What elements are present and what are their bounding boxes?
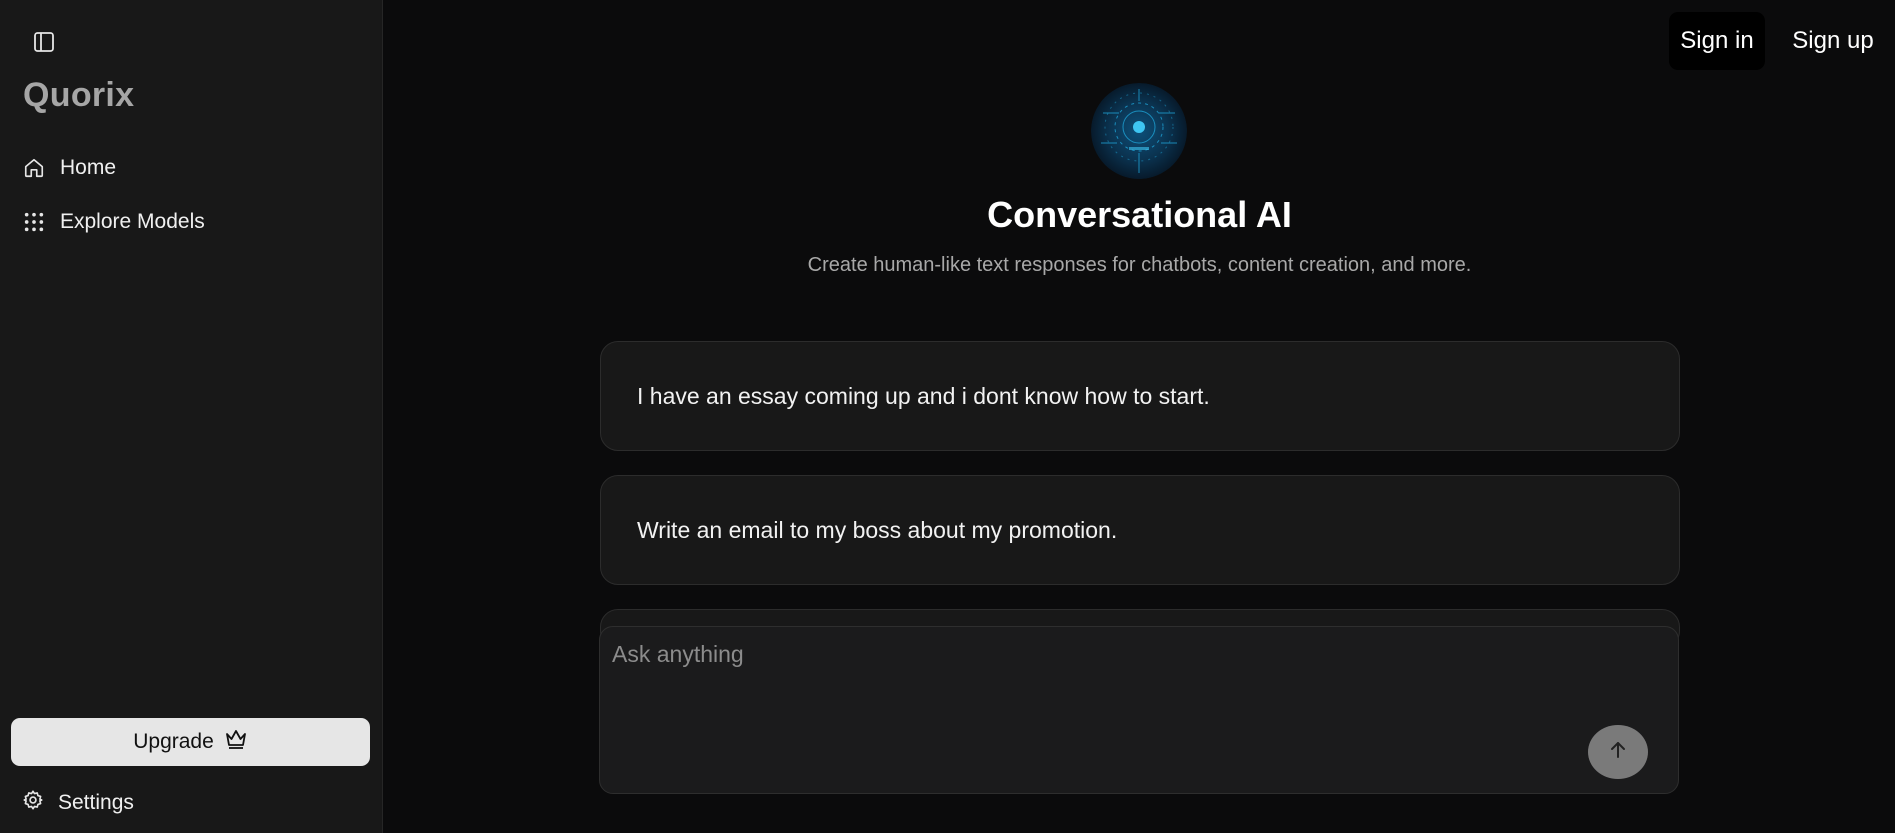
grid-icon [22,210,46,234]
crown-icon [224,728,248,756]
auth-buttons: Sign in Sign up [1669,12,1895,70]
suggestion-card[interactable]: I have an essay coming up and i dont kno… [600,341,1680,451]
page-title: Conversational AI [987,194,1292,235]
settings-label: Settings [58,791,134,814]
sign-in-button[interactable]: Sign in [1669,12,1765,70]
sidebar-item-label: Explore Models [60,210,205,233]
sidebar-item-home[interactable]: Home [22,150,116,186]
chat-composer [599,626,1679,794]
upgrade-label: Upgrade [133,730,214,753]
settings-button[interactable]: Settings [22,785,134,821]
gear-icon [22,789,44,817]
sidebar-toggle-icon[interactable] [30,28,58,56]
sign-up-button[interactable]: Sign up [1771,12,1895,70]
sidebar: Quorix Home Explore Models Upgrade Setti… [0,0,383,833]
send-button[interactable] [1588,725,1648,779]
sidebar-item-label: Home [60,156,117,179]
upgrade-button[interactable]: Upgrade [11,718,370,766]
chat-input[interactable] [610,639,1650,719]
brand-logo[interactable]: Quorix [23,76,134,115]
home-icon [22,156,46,180]
arrow-up-icon [1608,740,1628,765]
suggestion-card[interactable]: Write an email to my boss about my promo… [600,475,1680,585]
page-subtitle: Create human-like text responses for cha… [807,254,1472,276]
main-panel: Sign in Sign up Conversational AI Create… [384,0,1895,833]
sidebar-item-explore-models[interactable]: Explore Models [22,204,205,240]
model-avatar [1091,83,1187,179]
